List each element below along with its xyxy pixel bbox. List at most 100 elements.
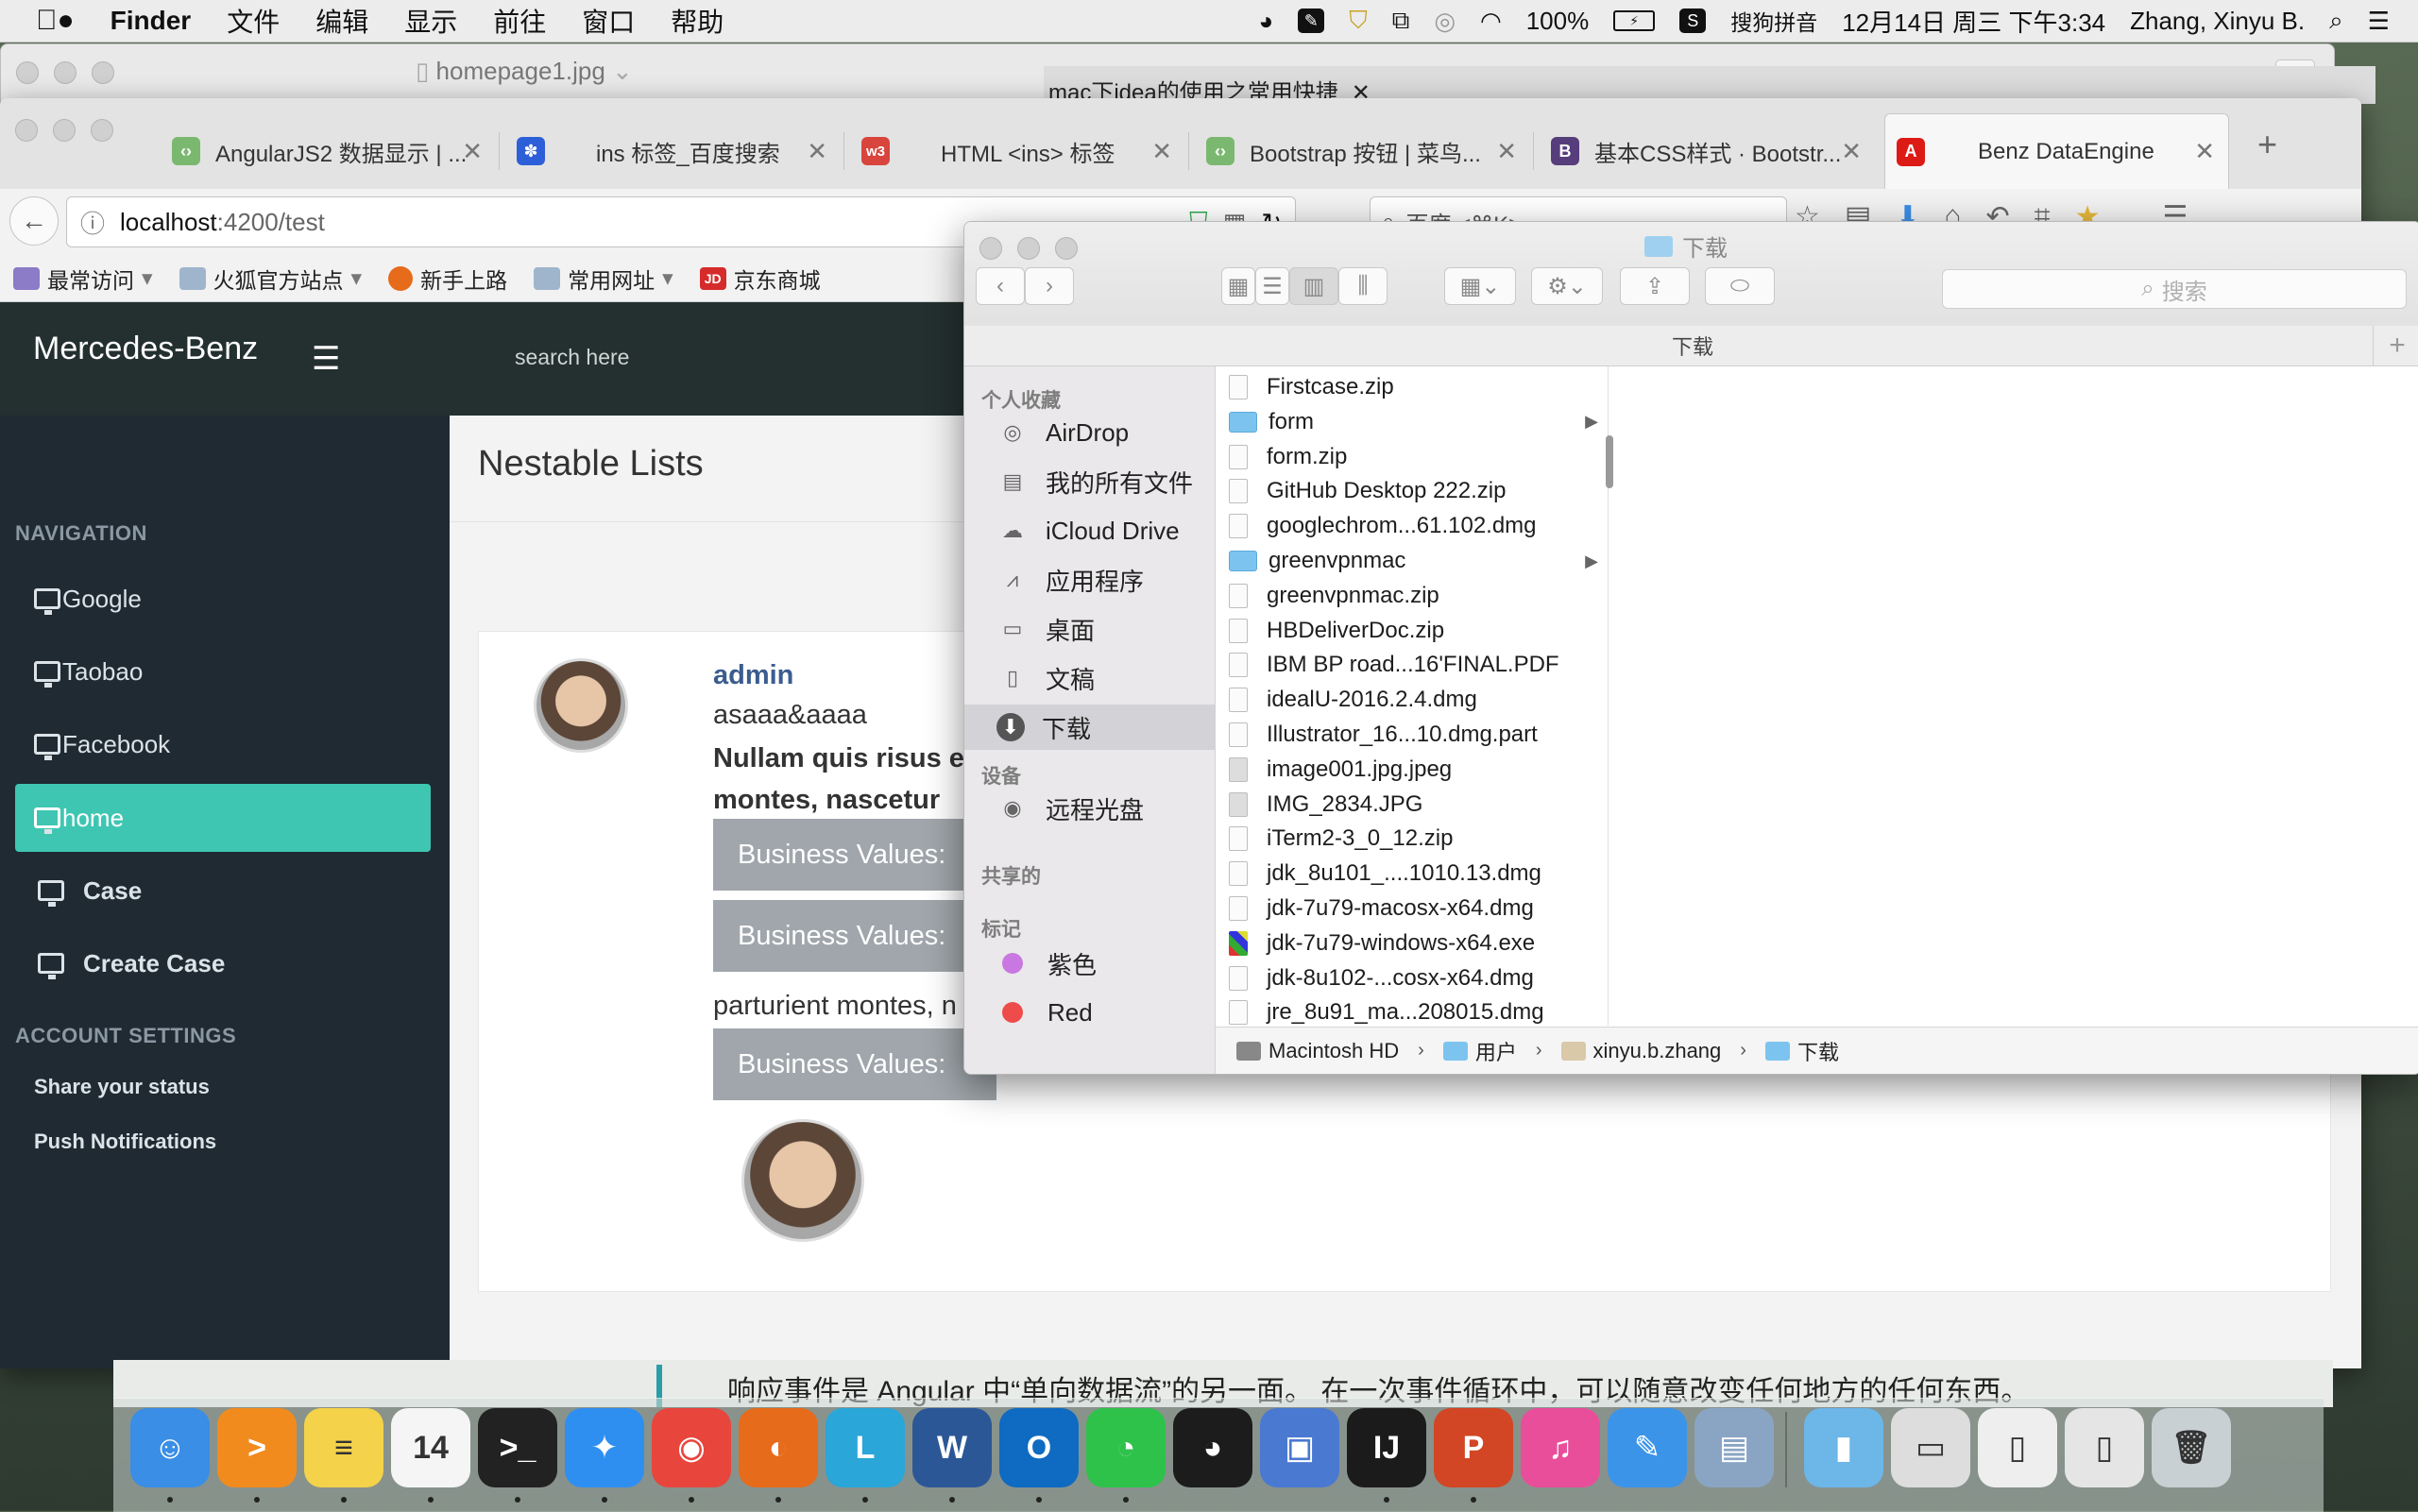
file-row[interactable]: jdk_8u101_....1010.13.dmg <box>1216 857 1608 891</box>
file-row[interactable]: googlechrom...61.102.dmg <box>1216 509 1608 543</box>
arrange-icon[interactable]: ▦⌄ <box>1444 267 1516 305</box>
nav-item-home[interactable]: home <box>15 784 431 852</box>
trash-icon[interactable]: 🗑 <box>2152 1408 2231 1487</box>
share-status-link[interactable]: Share your status <box>34 1075 210 1099</box>
downloads-folder-icon[interactable]: ▮ <box>1804 1408 1883 1487</box>
itunes-icon[interactable]: ♫ <box>1521 1408 1600 1487</box>
icon-view-icon[interactable]: ▦ <box>1221 267 1255 305</box>
close-tab-icon[interactable]: ✕ <box>1151 137 1172 166</box>
brand-logo-text[interactable]: Mercedes-Benz <box>33 331 258 367</box>
terminal-icon[interactable]: >_ <box>478 1408 557 1487</box>
sidebar-item-documents[interactable]: ▯ 文稿 <box>964 655 1215 701</box>
sidebar-item-downloads[interactable]: ⬇ 下载 <box>964 705 1215 750</box>
minimize-button[interactable] <box>53 119 76 142</box>
tab-angularjs2[interactable]: ‹› AngularJS2 数据显示 | ... ✕ <box>161 113 496 189</box>
list-view-icon[interactable]: ☰ <box>1255 267 1289 305</box>
comment-author[interactable]: admin <box>713 660 793 691</box>
bookmark-firefox-official[interactable]: 火狐官方站点 ▾ <box>179 263 362 295</box>
pages-icon[interactable]: ✎ <box>1608 1408 1687 1487</box>
bookmark-getting-started[interactable]: 新手上路 <box>388 263 507 295</box>
column-view-icon[interactable]: ▥ <box>1289 267 1338 305</box>
nav-item-google[interactable]: Google <box>15 565 431 633</box>
window-thumbnail-icon[interactable]: ▭ <box>1891 1408 1970 1487</box>
file-row[interactable]: GitHub Desktop 222.zip <box>1216 474 1608 508</box>
business-values-button[interactable]: Business Values: <box>713 1028 996 1100</box>
minimize-button[interactable] <box>54 61 77 84</box>
sogou-icon[interactable]: S <box>1679 8 1707 33</box>
file-row[interactable]: form ▶ <box>1216 405 1608 439</box>
notes-icon[interactable]: ≡ <box>304 1408 383 1487</box>
info-icon[interactable]: ⓘ <box>80 205 105 240</box>
path-macintosh-hd[interactable]: Macintosh HD <box>1236 1039 1399 1063</box>
word-icon[interactable]: W <box>912 1408 992 1487</box>
zoom-button[interactable] <box>91 119 113 142</box>
file-row[interactable]: jre_8u91_ma...208015.dmg <box>1216 995 1608 1026</box>
nav-item-case[interactable]: Case <box>15 857 431 925</box>
file-row[interactable]: idealU-2016.2.4.dmg <box>1216 683 1608 717</box>
sidebar-tag-purple[interactable]: 紫色 <box>964 941 1215 986</box>
file-row[interactable]: image001.jpg.jpeg <box>1216 753 1608 787</box>
tab-bootstrap-buttons[interactable]: ‹› Bootstrap 按钮 | 菜鸟... ✕ <box>1195 113 1530 189</box>
infuse-icon[interactable]: > <box>217 1408 297 1487</box>
preview-icon[interactable]: ▤ <box>1694 1408 1774 1487</box>
minimize-button[interactable] <box>1017 237 1040 260</box>
tab-bootstrap-css[interactable]: B 基本CSS样式 · Bootstr... ✕ <box>1540 113 1875 189</box>
file-row[interactable]: IMG_2834.JPG <box>1216 788 1608 822</box>
spotlight-alt-icon[interactable]: ◎ <box>1434 7 1456 36</box>
shield-status-icon[interactable]: ⛉ <box>1349 6 1368 36</box>
sidebar-item-airdrop[interactable]: ◎ AirDrop <box>964 410 1215 455</box>
menu-window[interactable]: 窗口 <box>582 2 635 40</box>
tab-benz-dataengine[interactable]: A Benz DataEngine ✕ <box>1884 113 2229 189</box>
path-users[interactable]: 用户 <box>1442 1036 1517 1066</box>
forward-button[interactable]: › <box>1025 267 1074 305</box>
path-downloads[interactable]: 下载 <box>1764 1036 1839 1066</box>
add-tab-icon[interactable]: + <box>2373 326 2418 365</box>
file-row[interactable]: jdk-8u102-...cosx-x64.dmg <box>1216 961 1608 995</box>
nav-item-create-case[interactable]: Create Case <box>15 929 431 997</box>
close-button[interactable] <box>979 237 1002 260</box>
sidebar-tag-red[interactable]: Red <box>964 990 1215 1035</box>
wechat-status-icon[interactable]: ◕ <box>1259 7 1274 36</box>
zoom-button[interactable] <box>92 61 114 84</box>
file-row[interactable]: iTerm2-3_0_12.zip <box>1216 822 1608 856</box>
lync-icon[interactable]: L <box>826 1408 905 1487</box>
share-icon[interactable]: ⇪ <box>1620 267 1690 305</box>
push-notifications-link[interactable]: Push Notifications <box>34 1130 216 1154</box>
firefox-icon[interactable]: ◐ <box>739 1408 818 1487</box>
scrivener-status-icon[interactable]: ✎ <box>1298 8 1325 33</box>
menu-go[interactable]: 前往 <box>493 2 546 40</box>
nav-item-taobao[interactable]: Taobao <box>15 637 431 705</box>
screen-mirror-icon[interactable]: ⧉ <box>1392 6 1410 36</box>
bookmark-common-sites[interactable]: 常用网址 ▾ <box>534 263 673 295</box>
document-thumbnail-icon[interactable]: ▯ <box>1978 1408 2057 1487</box>
path-home[interactable]: xinyu.b.zhang <box>1560 1039 1721 1063</box>
spotlight-search-icon[interactable]: ⌕ <box>2329 6 2343 36</box>
file-row[interactable]: Firstcase.zip <box>1216 370 1608 404</box>
zoom-button[interactable] <box>1055 237 1078 260</box>
close-tab-icon[interactable]: ✕ <box>807 137 827 166</box>
finder-icon[interactable]: ☺ <box>130 1408 210 1487</box>
powerpoint-icon[interactable]: P <box>1434 1408 1513 1487</box>
file-row[interactable]: jdk-7u79-windows-x64.exe <box>1216 926 1608 960</box>
input-method-label[interactable]: 搜狗拼音 <box>1730 5 1817 37</box>
tab-baidu-search[interactable]: ✽ ins 标签_百度搜索 ✕ <box>505 113 841 189</box>
sidebar-item-icloud[interactable]: ☁ iCloud Drive <box>964 508 1215 553</box>
action-gear-icon[interactable]: ⚙⌄ <box>1531 267 1603 305</box>
file-row[interactable]: greenvpnmac.zip <box>1216 579 1608 613</box>
file-row[interactable]: IBM BP road...16'FINAL.PDF <box>1216 648 1608 682</box>
hamburger-menu-icon[interactable]: ☰ <box>312 340 340 378</box>
app-search-input[interactable]: search here <box>515 334 798 380</box>
outlook-icon[interactable]: O <box>999 1408 1079 1487</box>
business-values-button[interactable]: Business Values: <box>713 819 996 891</box>
sidebar-item-applications[interactable]: ⩘ 应用程序 <box>964 557 1215 603</box>
bookmark-most-visited[interactable]: 最常访问 ▾ <box>13 263 153 295</box>
close-tab-icon[interactable]: ✕ <box>1841 137 1862 166</box>
file-row[interactable]: jdk-7u79-macosx-x64.dmg <box>1216 892 1608 926</box>
business-values-button[interactable]: Business Values: <box>713 900 996 972</box>
close-tab-icon[interactable]: ✕ <box>462 137 483 166</box>
menu-help[interactable]: 帮助 <box>671 2 724 40</box>
new-tab-icon[interactable]: + <box>2257 125 2277 164</box>
close-button[interactable] <box>15 119 38 142</box>
intellij-icon[interactable]: IJ <box>1347 1408 1426 1487</box>
menu-file[interactable]: 文件 <box>227 2 280 40</box>
